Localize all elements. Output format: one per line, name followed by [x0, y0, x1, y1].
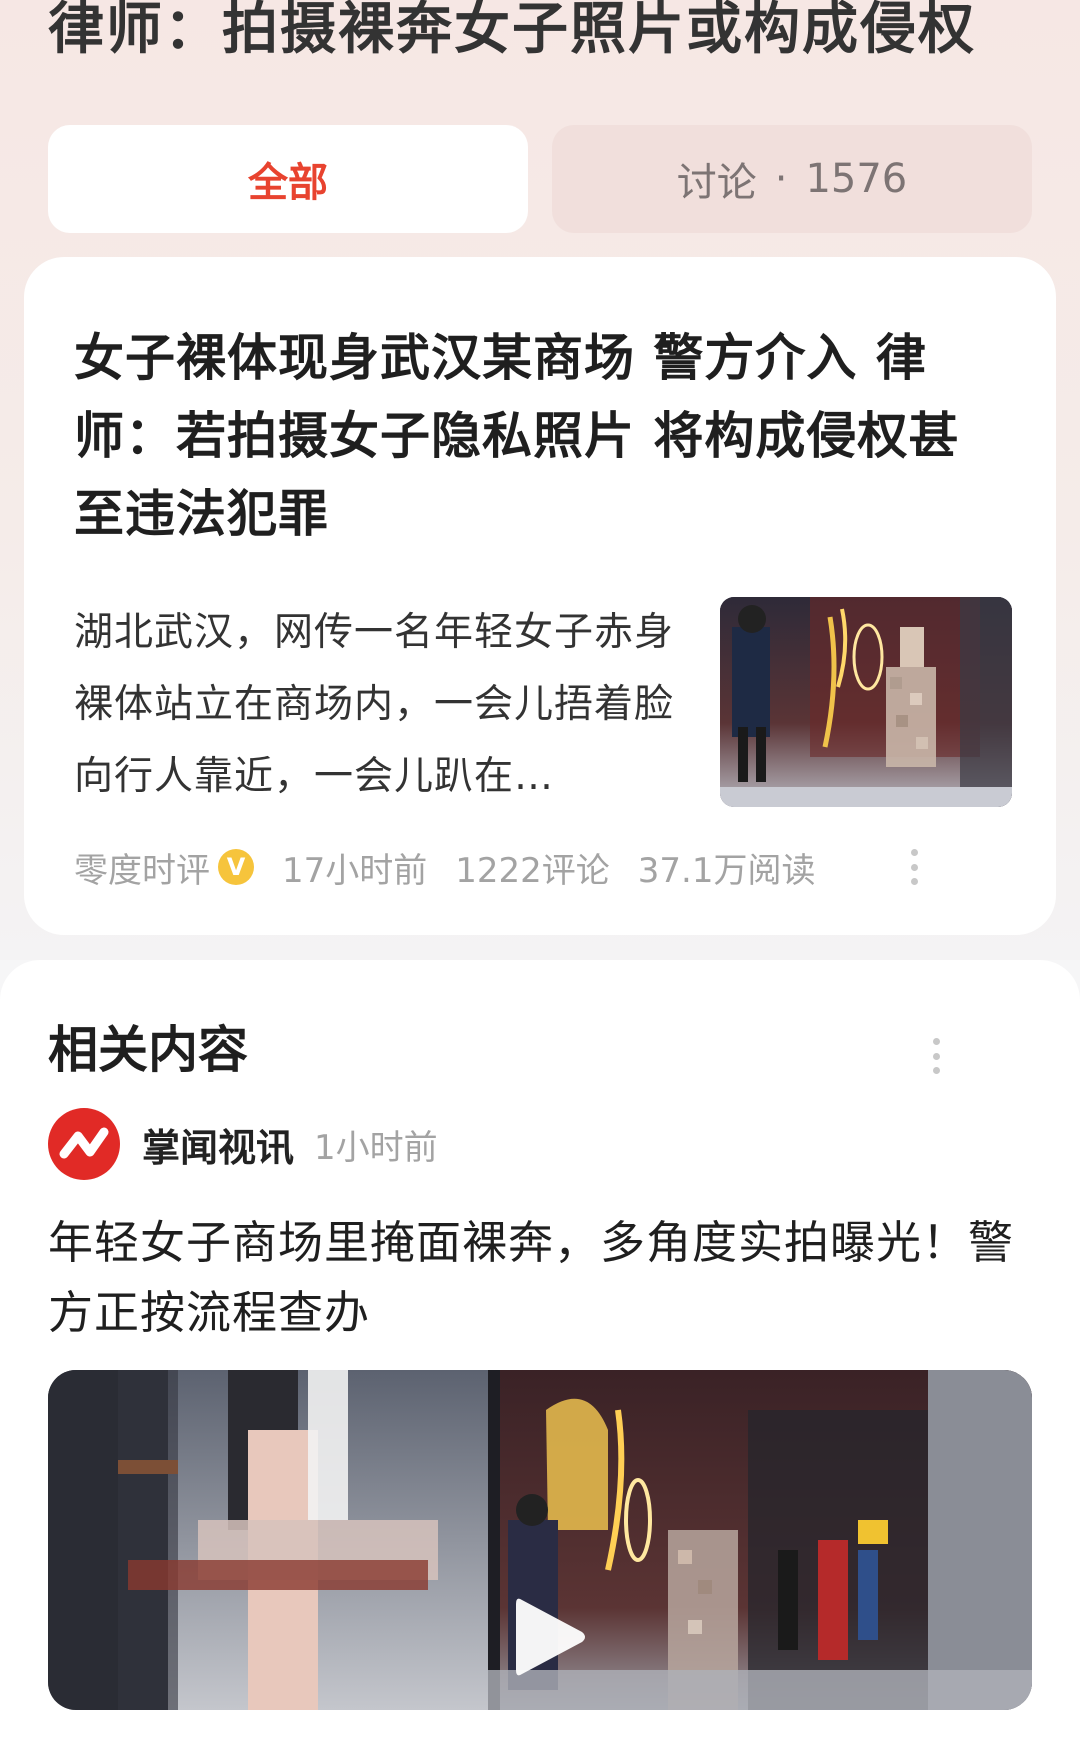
news-reads: 37.1万阅读: [637, 850, 816, 891]
related-title: 相关内容: [48, 1021, 248, 1079]
tab-discussion-count: 1576: [805, 156, 908, 202]
related-more-icon[interactable]: [926, 1038, 946, 1074]
verified-icon: V: [218, 849, 254, 885]
news-source[interactable]: 零度时评: [74, 843, 210, 892]
more-options-icon[interactable]: [904, 849, 924, 885]
news-card[interactable]: 女子裸体现身武汉某商场 警方介入 律师：若拍摄女子隐私照片 将构成侵权甚至违法犯…: [24, 257, 1056, 935]
source-logo-icon: [48, 1108, 120, 1180]
page-title: 律师：拍摄裸奔女子照片或构成侵权: [48, 0, 976, 62]
related-source-row[interactable]: 掌闻视讯 1小时前: [48, 1108, 438, 1180]
play-icon[interactable]: [510, 1592, 590, 1682]
tab-all[interactable]: 全部: [48, 125, 528, 233]
news-headline[interactable]: 女子裸体现身武汉某商场 警方介入 律师：若拍摄女子隐私照片 将构成侵权甚至违法犯…: [74, 319, 974, 553]
related-section: 相关内容 掌闻视讯 1小时前 年轻女子商场里掩面裸奔，多角度实拍曝光！警方正按流…: [0, 960, 1080, 1740]
tab-separator: ·: [774, 156, 788, 202]
related-headline[interactable]: 年轻女子商场里掩面裸奔，多角度实拍曝光！警方正按流程查办: [48, 1208, 1038, 1348]
news-comments: 1222评论: [455, 850, 610, 891]
news-time: 17小时前: [282, 850, 428, 891]
tab-all-label: 全部: [248, 160, 328, 206]
related-source-name: 掌闻视讯: [142, 1125, 295, 1170]
tab-discussion-label: 讨论: [676, 160, 757, 206]
tab-discussion[interactable]: 讨论 · 1576: [552, 125, 1032, 233]
news-photo-image: [720, 597, 1012, 807]
video-thumbnail[interactable]: [48, 1370, 1032, 1710]
related-source-time: 1小时前: [314, 1127, 438, 1168]
page-header: 律师：拍摄裸奔女子照片或构成侵权: [48, 0, 1048, 88]
news-meta: 零度时评 V 17小时前 1222评论 37.1万阅读: [74, 837, 816, 897]
news-summary[interactable]: 湖北武汉，网传一名年轻女子赤身裸体站立在商场内，一会儿捂着脸向行人靠近，一会儿趴…: [74, 597, 694, 813]
news-thumbnail[interactable]: [720, 597, 1012, 807]
tab-bar: 全部 讨论 · 1576: [48, 125, 1032, 233]
